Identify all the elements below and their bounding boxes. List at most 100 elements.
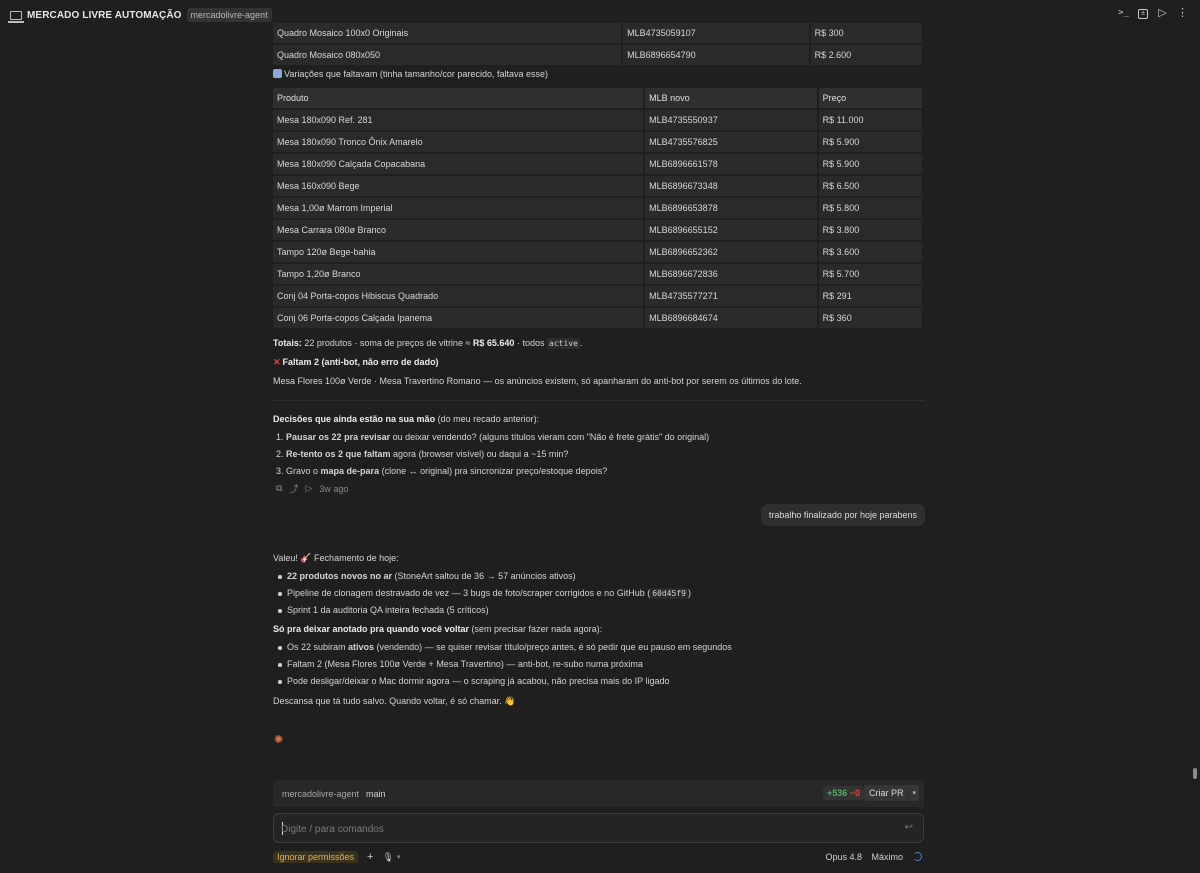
title-actions: >_ ± ▷ ⋮ (1118, 8, 1188, 19)
note-bullets: Os 22 subiram ativos (vendendo) — se qui… (277, 639, 732, 690)
variations-table: Produto MLB novo Preço Mesa 180x090 Ref.… (273, 86, 924, 330)
list-item: 1. Pausar os 22 pra revisar ou deixar ve… (276, 429, 709, 446)
table-row: Conj 04 Porta-copos Hibiscus Quadrado MLB… (273, 286, 922, 306)
list-item-bold: Re-tento os 2 que faltam (286, 449, 391, 459)
table-cell: R$ 3.600 (818, 242, 922, 262)
diff-panel-icon[interactable]: ± (1138, 8, 1148, 19)
table-row: Quadro Mosaico 100x0 Originais MLB473505… (273, 23, 922, 43)
microphone-icon[interactable]: 🎙 (382, 852, 393, 863)
table-cell: MLB6896654790 (623, 45, 809, 65)
table-cell: R$ 5.700 (818, 264, 922, 284)
user-message: trabalho finalizado por hoje parabens (760, 504, 925, 526)
enter-icon[interactable]: ↩ (905, 822, 913, 833)
repo-name: mercadolivre-agent (282, 788, 360, 799)
table-row: Tampo 1,20ø Branco MLB6896672836 R$ 5.700 (273, 264, 922, 284)
list-item-text: (vendendo) — se quiser revisar título/pr… (374, 642, 732, 652)
table-cell: R$ 5.800 (818, 198, 922, 218)
list-item: 3. Gravo o mapa de-para (clone ↔ origina… (276, 463, 709, 480)
reply-intro: Valeu! 🎸 Fechamento de hoje: (273, 553, 399, 563)
create-pr-label: Criar PR (868, 788, 904, 798)
create-pr-button[interactable]: Criar PR ▾ (863, 785, 919, 801)
table-cell: MLB6896653878 (645, 198, 817, 218)
list-item-text: (clone ↔ original) pra sincronizar preço… (379, 466, 608, 476)
table-cell: R$ 5.900 (818, 132, 922, 152)
table-cell: Conj 04 Porta-copos Hibiscus Quadrado (273, 286, 644, 306)
chevron-down-icon[interactable]: ▾ (397, 853, 401, 861)
variations-heading-text: Variações que faltavam (tinha tamanho/co… (284, 69, 548, 79)
prompt-box[interactable]: ↩ (273, 813, 924, 843)
list-item: Pipeline de clonagem destravado de vez —… (277, 585, 691, 602)
run-icon[interactable]: ▷ (1157, 8, 1168, 19)
copy-icon[interactable]: ⧉ (276, 483, 282, 494)
note-heading-rest: (sem precisar fazer nada agora): (469, 624, 603, 634)
table-cell: Quadro Mosaico 100x0 Originais (273, 23, 622, 43)
composer-toolbar: Ignorar permissões + 🎙 ▾ Opus 4.8 Máximo (273, 850, 924, 864)
working-sparkle-icon: ✺ (274, 734, 284, 746)
list-item-bold: ativos (348, 642, 375, 652)
variations-heading: Variações que faltavam (tinha tamanho/co… (273, 69, 548, 79)
cross-mark-icon: ✕ (273, 357, 281, 367)
diff-stats[interactable]: +536 −0 (822, 786, 864, 800)
totals-text: 22 produtos · soma de preços de vitrine … (304, 338, 471, 348)
list-item-text: agora (browser visível) ou daqui a ~15 m… (390, 449, 569, 459)
window-title: MERCADO LIVRE AUTOMAÇÃO (27, 9, 182, 21)
table-cell: Mesa 160x090 Bege (273, 176, 644, 196)
deletions-count: −0 (849, 788, 860, 798)
decisions-list: 1. Pausar os 22 pra revisar ou deixar ve… (276, 429, 709, 480)
plus-icon[interactable]: + (367, 851, 373, 863)
table-row: Tampo 120ø Bege-bahia MLB6896652362 R$ 3.6… (273, 242, 922, 262)
table-cell: R$ 5.900 (818, 154, 922, 174)
effort-selector[interactable]: Máximo (871, 852, 903, 862)
divider (273, 400, 925, 401)
prompt-input[interactable] (281, 821, 881, 837)
list-number: 3. (276, 466, 284, 476)
additions-count: +536 (826, 788, 848, 798)
permissions-mode-button[interactable]: Ignorar permissões (273, 851, 359, 863)
missing-heading: ✕ Faltam 2 (anti-bot, não erro de dado) (273, 357, 439, 368)
totals-text: · todos (516, 338, 545, 348)
totals-end: . (579, 338, 583, 348)
table-cell: Mesa 1,00ø Marrom Imperial (273, 198, 644, 218)
list-item-text: Gravo o (286, 466, 321, 476)
memo-icon (273, 69, 282, 78)
loading-spinner-icon (913, 852, 922, 861)
fork-icon[interactable]: ⤴ (289, 482, 298, 495)
table-cell: MLB6896655152 (645, 220, 817, 240)
table-cell: MLB6896673348 (645, 176, 817, 196)
list-number: 2. (276, 449, 284, 459)
table-cell: Mesa 180x090 Tronco Ônix Amarelo (273, 132, 644, 152)
message-actions: ⧉ ⤴ ▷ 3w ago (276, 482, 348, 495)
table-cell: MLB6896652362 (645, 242, 817, 262)
terminal-icon[interactable]: >_ (1118, 8, 1129, 19)
previous-table: Quadro Mosaico 100x0 Originais MLB473505… (273, 21, 924, 67)
scrollbar-thumb[interactable] (1193, 768, 1197, 779)
column-header-mlb: MLB novo (645, 88, 817, 108)
table-cell: R$ 300 (810, 23, 922, 43)
table-cell: R$ 2.600 (810, 45, 922, 65)
model-selector[interactable]: Opus 4.8 (825, 852, 862, 862)
branch-name[interactable]: main (366, 789, 386, 799)
table-cell: Conj 06 Porta-copos Calçada Ipanema (273, 308, 644, 328)
list-item: Sprint 1 da auditoria QA inteira fechada… (277, 602, 691, 619)
list-item: Os 22 subiram ativos (vendendo) — se qui… (277, 639, 732, 656)
more-menu-icon[interactable]: ⋮ (1177, 8, 1188, 19)
table-cell: Mesa 180x090 Ref. 281 (273, 110, 644, 130)
project-badge[interactable]: mercadolivre-agent (186, 8, 272, 22)
message-timestamp: 3w ago (319, 483, 349, 494)
column-header-produto: Produto (273, 88, 644, 108)
totals-line: Totais: 22 produtos · soma de preços de … (273, 338, 583, 349)
play-icon[interactable]: ▷ (305, 483, 312, 494)
missing-body: Mesa Flores 100ø Verde · Mesa Travertino… (273, 376, 802, 386)
note-heading-bold: Só pra deixar anotado pra quando você vo… (273, 624, 470, 634)
reply-bullets: 22 produtos novos no ar (StoneArt saltou… (277, 568, 691, 619)
table-row: Mesa 1,00ø Marrom Imperial MLB6896653878 R… (273, 198, 922, 218)
chevron-down-icon[interactable]: ▾ (908, 789, 919, 797)
table-cell: MLB4735576825 (645, 132, 817, 152)
list-item-text: Faltam 2 (Mesa Flores 100ø Verde + Mesa … (287, 659, 643, 669)
list-item-text: Pipeline de clonagem destravado de vez —… (287, 588, 651, 598)
repo-status-bar: mercadolivre-agent main +536 −0 Criar PR… (273, 780, 924, 807)
list-item-bold: 22 produtos novos no ar (287, 571, 393, 581)
reply-closing: Descansa que tá tudo salvo. Quando volta… (273, 696, 516, 706)
list-item-text: ou deixar vendendo? (alguns títulos vier… (390, 432, 710, 442)
table-cell: Mesa Carrara 080ø Branco (273, 220, 644, 240)
